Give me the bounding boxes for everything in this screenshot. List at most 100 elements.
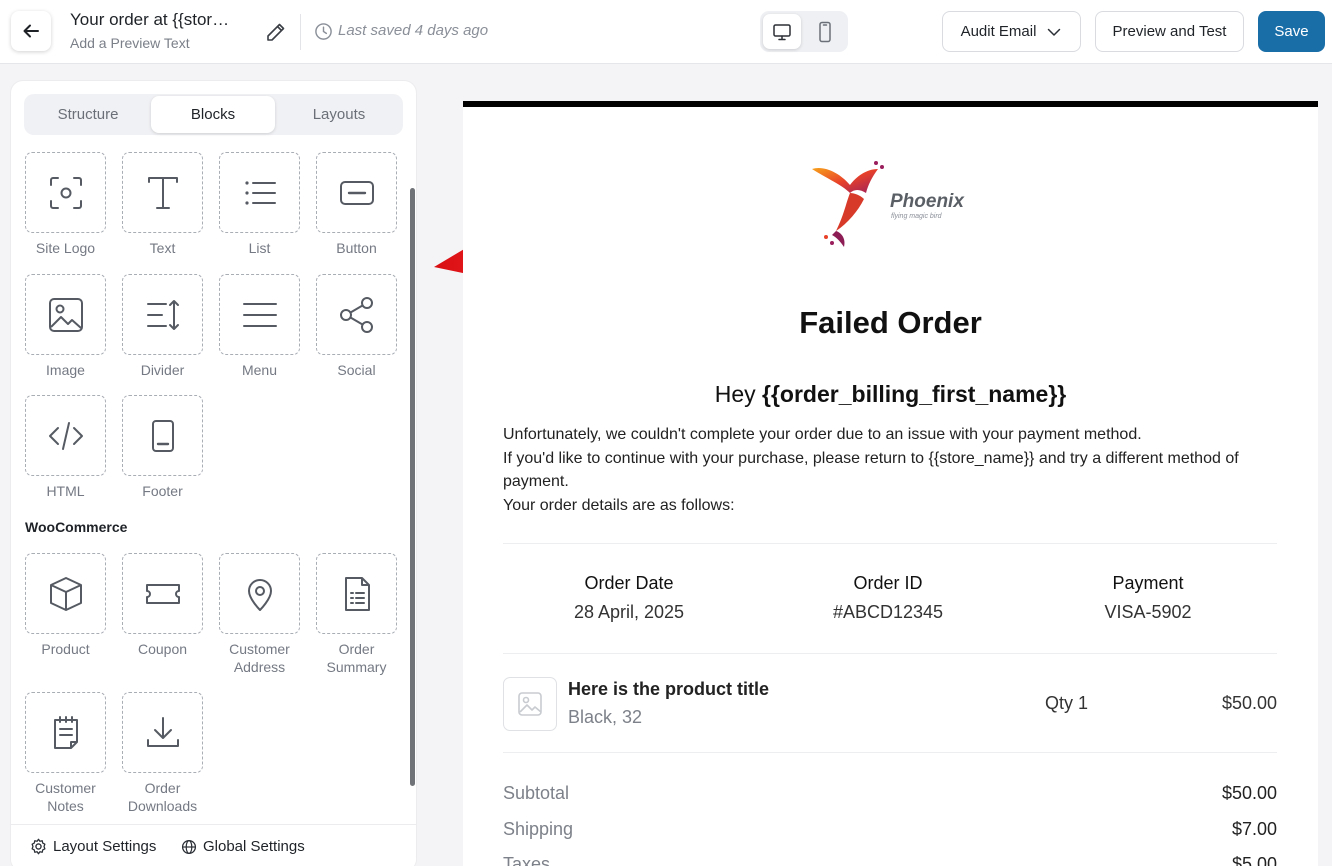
product-variant: Black, 32 — [568, 707, 643, 727]
payment-column: Payment VISA-5902 — [1018, 573, 1278, 623]
last-saved-status: Last saved 4 days ago — [338, 22, 489, 39]
blocks-panel: Structure Blocks Layouts Site Logo Text … — [11, 81, 416, 866]
email-body-text[interactable]: Unfortunately, we couldn't complete your… — [503, 423, 1263, 517]
desktop-icon — [773, 23, 791, 40]
box-icon — [49, 576, 82, 611]
block-tile[interactable] — [25, 152, 106, 233]
block-label: Text — [149, 240, 176, 256]
block-menu[interactable]: Menu — [219, 274, 300, 379]
code-icon — [48, 421, 83, 450]
mobile-icon — [819, 21, 831, 42]
block-tile[interactable] — [122, 395, 203, 476]
save-button[interactable]: Save — [1258, 11, 1325, 52]
block-tile[interactable] — [122, 152, 203, 233]
layout-settings-button[interactable]: Layout Settings — [30, 838, 156, 855]
preview-text-field[interactable]: Add a Preview Text — [70, 35, 260, 51]
tab-layouts[interactable]: Layouts — [277, 96, 401, 133]
site-logo-icon — [49, 176, 82, 209]
menu-icon — [242, 302, 277, 327]
logo-name: Phoenix — [890, 191, 965, 212]
woocommerce-section-title: WooCommerce — [25, 519, 128, 535]
block-tile[interactable] — [25, 692, 106, 773]
pencil-icon[interactable] — [264, 20, 288, 44]
global-settings-button[interactable]: Global Settings — [181, 838, 305, 855]
phoenix-logo[interactable]: Phoenix flying magic bird — [806, 155, 976, 250]
tab-structure[interactable]: Structure — [26, 96, 150, 133]
preview-and-test-button[interactable]: Preview and Test — [1095, 11, 1244, 52]
scrollbar-thumb[interactable] — [410, 188, 415, 786]
block-tile[interactable] — [316, 274, 397, 355]
greeting-prefix: Hey — [714, 381, 756, 407]
clock-icon — [315, 23, 332, 40]
email-canvas[interactable]: Phoenix flying magic bird Failed Order H… — [463, 101, 1318, 866]
block-tile[interactable] — [316, 152, 397, 233]
block-list[interactable]: List — [219, 152, 300, 257]
block-social[interactable]: Social — [316, 274, 397, 379]
desktop-view-button[interactable] — [763, 14, 801, 49]
block-divider[interactable]: Divider — [122, 274, 203, 379]
block-tile[interactable] — [219, 274, 300, 355]
image-icon — [518, 692, 542, 716]
block-label: Customer Notes — [35, 780, 96, 814]
button-icon — [339, 180, 374, 205]
mobile-view-button[interactable] — [806, 14, 844, 49]
gear-icon — [31, 838, 46, 855]
back-button[interactable] — [11, 11, 51, 51]
block-label: Image — [46, 362, 85, 378]
product-image-placeholder — [503, 677, 557, 731]
block-button[interactable]: Button — [316, 152, 397, 257]
block-footer[interactable]: Footer — [122, 395, 203, 500]
global-settings-label: Global Settings — [203, 838, 305, 855]
order-id-column: Order ID #ABCD12345 — [758, 573, 1018, 623]
greeting-name: {{order_billing_first_name}} — [762, 381, 1067, 407]
audit-email-dropdown[interactable]: Audit Email — [942, 11, 1081, 52]
block-label: Footer — [142, 483, 183, 499]
logo-tagline: flying magic bird — [891, 213, 943, 220]
footer-icon — [151, 419, 174, 452]
device-switch — [760, 11, 848, 52]
block-coupon[interactable]: Coupon — [122, 553, 203, 658]
block-product[interactable]: Product — [25, 553, 106, 658]
email-title-block[interactable]: Your order at {{stor… Add a Preview Text — [70, 10, 260, 51]
block-tile[interactable] — [219, 152, 300, 233]
summary-label: Taxes — [503, 854, 551, 866]
block-customer-address[interactable]: Customer Address — [219, 553, 300, 676]
meta-value: 28 April, 2025 — [573, 602, 685, 622]
block-tile[interactable] — [122, 692, 203, 773]
block-tile[interactable] — [219, 553, 300, 634]
block-tile[interactable] — [122, 553, 203, 634]
list-icon — [244, 180, 276, 205]
block-image[interactable]: Image — [25, 274, 106, 379]
image-icon — [48, 297, 83, 332]
block-tile[interactable] — [25, 553, 106, 634]
email-title[interactable]: Your order at {{stor… — [70, 10, 260, 30]
email-heading[interactable]: Failed Order — [463, 305, 1318, 341]
block-order-summary[interactable]: Order Summary — [316, 553, 397, 676]
block-html[interactable]: HTML — [25, 395, 106, 500]
document-icon — [344, 576, 370, 611]
block-tile[interactable] — [25, 274, 106, 355]
greeting[interactable]: Hey {{order_billing_first_name}} — [463, 381, 1318, 408]
body-line: Unfortunately, we couldn't complete your… — [503, 426, 1142, 443]
separator — [503, 752, 1277, 753]
block-label: Social — [337, 362, 376, 378]
audit-email-label: Audit Email — [960, 23, 1037, 40]
location-pin-icon — [247, 578, 272, 611]
arrow-left-icon — [23, 24, 39, 38]
notes-icon — [53, 715, 78, 749]
block-tile[interactable] — [25, 395, 106, 476]
block-text[interactable]: Text — [122, 152, 203, 257]
product-title: Here is the product title — [568, 679, 770, 699]
block-tile[interactable] — [316, 553, 397, 634]
tab-blocks[interactable]: Blocks — [151, 96, 275, 133]
divider-icon — [146, 299, 179, 330]
block-customer-notes[interactable]: Customer Notes — [25, 692, 106, 815]
block-tile[interactable] — [122, 274, 203, 355]
block-label: Menu — [241, 362, 278, 378]
block-label: Divider — [140, 362, 185, 378]
layout-settings-label: Layout Settings — [53, 838, 157, 855]
block-site-logo[interactable]: Site Logo — [25, 152, 106, 257]
meta-value: #ABCD12345 — [832, 602, 944, 622]
block-order-downloads[interactable]: Order Downloads — [122, 692, 203, 815]
product-price: $50.00 — [1221, 693, 1277, 713]
